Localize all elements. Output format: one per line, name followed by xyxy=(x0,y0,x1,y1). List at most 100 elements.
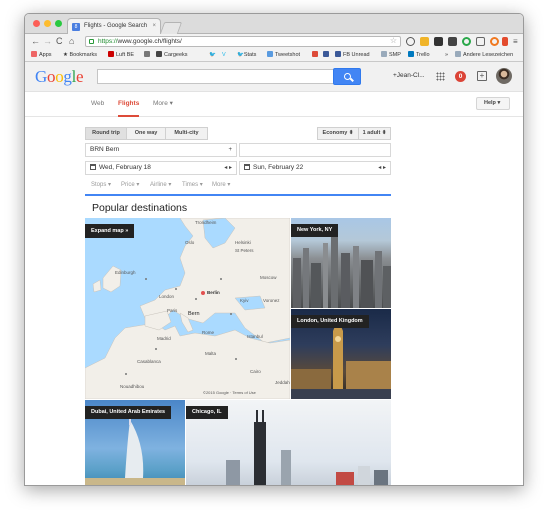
folder-icon xyxy=(455,51,461,57)
bookmark-vimeo[interactable]: V xyxy=(222,49,226,62)
red-flag-extension-icon[interactable] xyxy=(502,37,508,46)
cabin-select[interactable]: Economy ⬍ xyxy=(317,127,359,140)
add-origin-icon[interactable]: + xyxy=(228,144,232,156)
luft-favicon-icon xyxy=(108,51,114,57)
map-label-malta: Malta xyxy=(205,351,217,356)
destination-field[interactable] xyxy=(239,143,391,157)
twitter-icon: 🐦 xyxy=(237,52,244,58)
map-label-trondheim: Trondheim xyxy=(195,220,217,225)
search-button[interactable] xyxy=(333,68,361,85)
back-icon[interactable]: ← xyxy=(31,36,40,47)
bookmark-facebook[interactable] xyxy=(323,49,331,62)
bookmark-stats[interactable]: 🐦Stats xyxy=(237,49,256,62)
google-favicon-icon: 8 xyxy=(72,23,80,31)
bookmarks-bar: Apps ★ Bookmarks Luft BE Cargeeks 🐦 V 🐦S… xyxy=(25,49,523,62)
bookmark-star-icon[interactable]: ☆ xyxy=(390,36,397,46)
map-label-cairo: Cairo xyxy=(250,369,261,374)
new-tab-button[interactable] xyxy=(159,22,183,34)
return-date-nav[interactable]: ◂ ▸ xyxy=(378,162,386,174)
map-label-edinburgh: Edinburgh xyxy=(115,270,136,275)
apps-grid-icon[interactable] xyxy=(436,72,445,81)
search-input[interactable] xyxy=(97,69,334,84)
bookmark-other[interactable]: Andere Lesezeichen xyxy=(455,49,513,62)
bookmark-extension-icon[interactable] xyxy=(448,37,457,46)
google-logo[interactable]: Google xyxy=(35,67,84,87)
help-button[interactable]: Help ▾ xyxy=(476,97,510,110)
share-icon[interactable]: + xyxy=(477,71,487,81)
minimize-window-button[interactable] xyxy=(44,20,51,27)
forward-icon[interactable]: → xyxy=(43,36,52,47)
browser-window: 8 Flights - Google Search × ← → C ⌂ http… xyxy=(24,13,524,486)
zoom-window-button[interactable] xyxy=(55,20,62,27)
expand-map-button[interactable]: Expand map » xyxy=(85,224,135,238)
close-window-button[interactable] xyxy=(33,20,40,27)
reload-icon[interactable]: C xyxy=(56,36,63,47)
bookmark-cargeeks[interactable]: Cargeeks xyxy=(156,49,188,62)
airport-dot xyxy=(155,348,157,350)
origin-field[interactable]: BRN Bern + xyxy=(85,143,237,157)
tab-web[interactable]: Web xyxy=(91,92,104,115)
round-trip-button[interactable]: Round trip xyxy=(85,127,127,140)
bookmark-gplus[interactable] xyxy=(312,49,320,62)
times-filter[interactable]: Times ▾ xyxy=(182,181,203,188)
map-label-st-peters: St Peters xyxy=(235,248,254,253)
browser-tab[interactable]: 8 Flights - Google Search × xyxy=(67,18,161,34)
price-filter[interactable]: Price ▾ xyxy=(121,181,139,188)
bookmark-bookmarks[interactable]: ★ Bookmarks xyxy=(63,49,97,62)
bookmark-trello[interactable]: Trello xyxy=(408,49,430,62)
bookmark-smp[interactable]: SMP xyxy=(381,49,401,62)
search-type-nav: Web Flights More ▾ Help ▾ xyxy=(25,92,523,117)
airport-dot xyxy=(195,298,197,300)
europe-map[interactable]: Trondheim Helsinki St Peters Oslo Moscow… xyxy=(85,218,290,399)
tile-chicago[interactable]: Chicago, IL xyxy=(186,400,391,485)
cast-extension-icon[interactable] xyxy=(476,37,485,46)
tile-dubai[interactable]: Dubai, United Arab Emirates xyxy=(85,400,185,485)
one-way-button[interactable]: One way xyxy=(126,127,166,140)
depart-date-field[interactable]: Wed, February 18 ◂ ▸ xyxy=(85,161,237,175)
bookmark-fb-unread[interactable]: FB Unread xyxy=(335,49,370,62)
menu-icon[interactable]: ≡ xyxy=(513,36,518,47)
tile-label-new-york: New York, NY xyxy=(291,224,339,237)
tile-label-chicago: Chicago, IL xyxy=(186,406,228,419)
more-filter[interactable]: More ▾ xyxy=(212,181,230,188)
return-date-field[interactable]: Sun, February 22 ◂ ▸ xyxy=(239,161,391,175)
folder-icon xyxy=(381,51,387,57)
info-extension-icon[interactable] xyxy=(406,37,415,46)
origin-value: BRN Bern xyxy=(90,146,120,153)
tile-new-york[interactable]: New York, NY xyxy=(291,218,391,308)
tab-more[interactable]: More ▾ xyxy=(153,92,173,115)
notifications-badge[interactable]: 0 xyxy=(455,71,466,82)
user-name-link[interactable]: +Jean-Cl... xyxy=(393,72,425,79)
folder-extension-icon[interactable] xyxy=(420,37,429,46)
grey-favicon-icon xyxy=(144,51,150,57)
depart-date-nav[interactable]: ◂ ▸ xyxy=(224,162,232,174)
bookmarks-overflow[interactable]: » xyxy=(445,49,448,62)
airport-dot xyxy=(220,278,222,280)
map-label-bern: Bern xyxy=(188,311,200,317)
bookmark-apps[interactable]: Apps xyxy=(31,49,52,62)
airport-dot xyxy=(235,358,237,360)
bookmark-tweetshot[interactable]: Tweetshot xyxy=(267,49,300,62)
map-label-madrid: Madrid xyxy=(157,336,171,341)
multi-city-button[interactable]: Multi-city xyxy=(165,127,208,140)
popular-destinations-title: Popular destinations xyxy=(92,202,188,214)
layers-extension-icon[interactable] xyxy=(434,37,443,46)
avatar[interactable] xyxy=(496,68,512,84)
map-label-moscow: Moscow xyxy=(260,275,277,280)
passengers-select[interactable]: 1 adult ⬍ xyxy=(358,127,391,140)
airline-filter[interactable]: Airline ▾ xyxy=(150,181,171,188)
map-label-london: London xyxy=(159,294,175,299)
bookmark-luft-be[interactable]: Luft BE xyxy=(108,49,134,62)
address-bar[interactable]: https://www.google.ch/flights/ ☆ xyxy=(85,36,401,47)
home-icon[interactable]: ⌂ xyxy=(69,36,74,47)
bookmark-folder-icon[interactable] xyxy=(144,49,152,62)
tile-london[interactable]: London, United Kingdom xyxy=(291,309,391,399)
orange-extension-icon[interactable] xyxy=(490,37,499,46)
stops-filter[interactable]: Stops ▾ xyxy=(91,181,111,188)
tab-flights[interactable]: Flights xyxy=(118,92,140,117)
map-label-oslo: Oslo xyxy=(185,240,195,245)
tab-close-icon[interactable]: × xyxy=(152,19,156,34)
circle-extension-icon[interactable] xyxy=(462,37,471,46)
bookmark-twitter[interactable]: 🐦 xyxy=(209,49,216,62)
map-label-casablanca: Casablanca xyxy=(137,359,161,364)
